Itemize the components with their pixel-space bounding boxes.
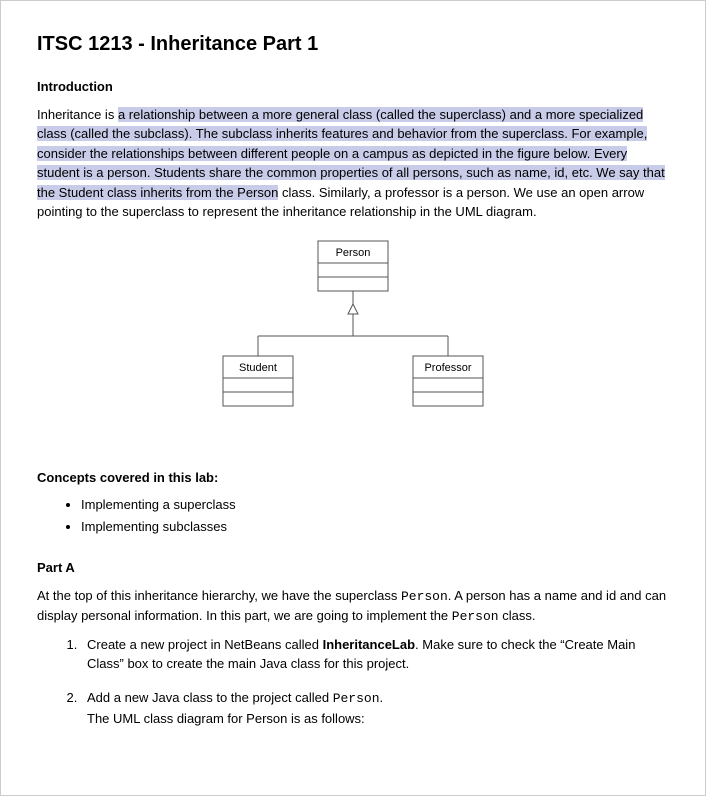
uml-student-label: Student xyxy=(239,362,277,374)
page-title: ITSC 1213 - Inheritance Part 1 xyxy=(37,29,669,59)
code-text: Person xyxy=(452,609,499,624)
step-text: Create a new project in NetBeans called xyxy=(87,637,323,652)
list-item: Add a new Java class to the project call… xyxy=(81,688,669,729)
list-item: Create a new project in NetBeans called … xyxy=(81,635,669,674)
step-text: Add a new Java class to the project call… xyxy=(87,690,333,705)
intro-text-before: Inheritance is xyxy=(37,107,118,122)
uml-diagram: Person Student Professor xyxy=(37,236,669,446)
uml-person-label: Person xyxy=(336,247,371,259)
intro-heading: Introduction xyxy=(37,77,669,97)
uml-svg: Person Student Professor xyxy=(193,236,513,446)
step-text: . xyxy=(380,690,384,705)
code-text: Person xyxy=(333,691,380,706)
code-text: Person xyxy=(401,589,448,604)
part-a-text: At the top of this inheritance hierarchy… xyxy=(37,588,401,603)
list-item: Implementing a superclass xyxy=(81,495,669,515)
steps-list: Create a new project in NetBeans called … xyxy=(81,635,669,729)
step-bold-text: InheritanceLab xyxy=(323,637,415,652)
concepts-heading: Concepts covered in this lab: xyxy=(37,468,669,488)
intro-paragraph: Inheritance is a relationship between a … xyxy=(37,105,669,222)
part-a-text: class. xyxy=(499,608,536,623)
part-a-paragraph: At the top of this inheritance hierarchy… xyxy=(37,586,669,627)
list-item: Implementing subclasses xyxy=(81,517,669,537)
part-a-heading: Part A xyxy=(37,558,669,578)
uml-professor-label: Professor xyxy=(424,362,471,374)
concepts-list: Implementing a superclass Implementing s… xyxy=(81,495,669,536)
step-subtext: The UML class diagram for Person is as f… xyxy=(87,709,669,729)
